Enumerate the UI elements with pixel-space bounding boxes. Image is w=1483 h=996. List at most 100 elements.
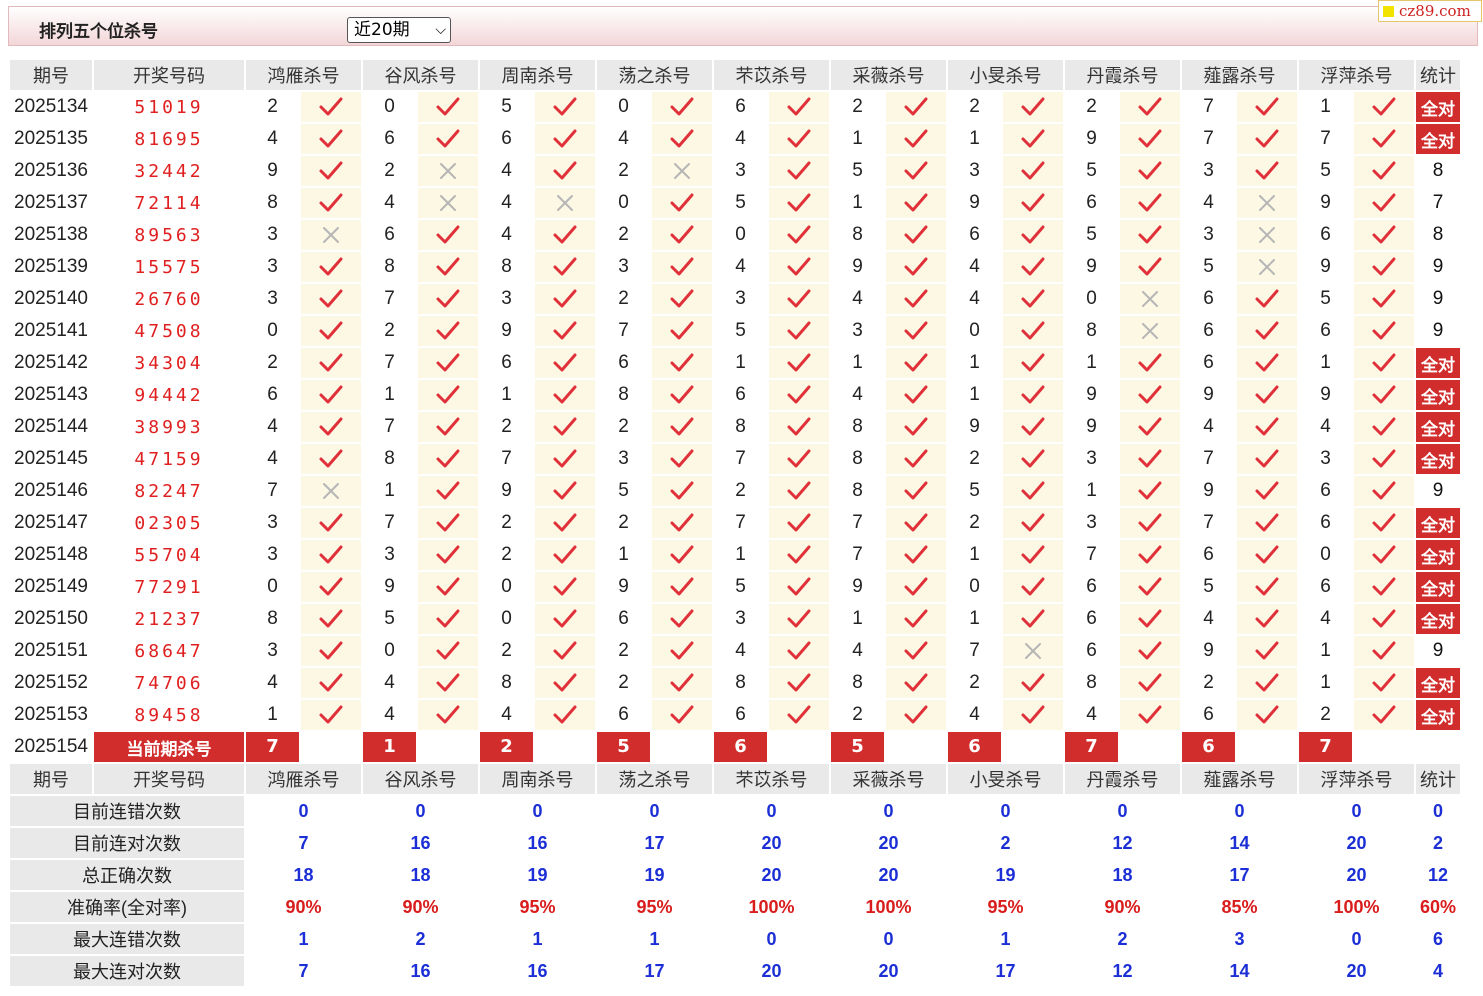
check-icon [1120,252,1180,282]
kill-number: 6 [246,380,299,410]
check-icon [652,508,712,538]
kill-number: 0 [597,92,650,122]
cross-icon [418,188,478,218]
summary-value: 17 [597,828,712,858]
kill-number: 1 [246,700,299,730]
kill-number: 4 [831,380,884,410]
kill-number: 1 [831,604,884,634]
check-icon [1003,220,1063,250]
draw-number: 74706 [94,668,244,698]
kill-number: 6 [1299,316,1352,346]
check-icon [886,572,946,602]
summary-value: 0 [363,796,478,826]
kill-number: 9 [948,188,1001,218]
row-stat: 全对 [1416,444,1460,474]
current-kill-number: 5 [597,732,650,762]
kill-number: 7 [1299,124,1352,154]
row-stat: 8 [1416,156,1460,186]
summary-value: 19 [948,860,1063,890]
kill-number: 6 [714,380,767,410]
row-stat: 7 [1416,188,1460,218]
check-icon [535,156,595,186]
draw-number: 34304 [94,348,244,378]
kill-number: 4 [1182,188,1235,218]
check-icon [1003,92,1063,122]
check-icon [535,252,595,282]
column-header-draw: 开奖号码 [94,60,244,90]
summary-label: 最大连对次数 [10,956,244,986]
check-icon [1003,668,1063,698]
check-icon [301,700,361,730]
range-select[interactable]: 近20期 ⌵ [347,17,451,43]
kill-number: 7 [246,476,299,506]
check-icon [886,540,946,570]
draw-number: 26760 [94,284,244,314]
cross-icon [1237,220,1297,250]
check-icon [886,348,946,378]
check-icon [535,316,595,346]
check-icon [886,476,946,506]
current-kill-cell: 6 [714,732,829,762]
kill-number-table: 期号 开奖号码 鸿雁杀号 谷风杀号 周南杀号 荡之杀号 芣苡杀号 采薇杀号 小旻杀号 丹霞杀号 薤露… [8,58,1462,988]
check-icon [535,380,595,410]
kill-number: 4 [480,700,533,730]
summary-value: 16 [363,956,478,986]
check-icon [769,540,829,570]
summary-value: 1 [480,924,595,954]
kill-number: 2 [948,444,1001,474]
check-icon [769,604,829,634]
current-kill-label: 当前期杀号 [94,732,244,762]
kill-number: 7 [1182,508,1235,538]
check-icon [1120,668,1180,698]
kill-number: 8 [831,444,884,474]
kill-number: 8 [831,476,884,506]
summary-value: 16 [480,956,595,986]
check-icon [1354,92,1414,122]
period-id: 2025134 [10,92,92,122]
check-icon [769,380,829,410]
kill-number: 6 [1065,572,1118,602]
kill-number: 3 [714,284,767,314]
kill-number: 3 [597,444,650,474]
check-icon [1003,476,1063,506]
kill-number: 6 [1182,284,1235,314]
kill-number: 6 [948,220,1001,250]
kill-number: 1 [714,348,767,378]
kill-number: 9 [1065,124,1118,154]
kill-number: 2 [246,92,299,122]
summary-value: 1 [246,924,361,954]
summary-value: 95% [948,892,1063,922]
kill-number: 0 [363,92,416,122]
period-id: 2025149 [10,572,92,602]
site-logo[interactable]: cz89.com [1378,0,1482,22]
check-icon [886,444,946,474]
column-header-expert: 采薇杀号 [831,764,946,794]
check-icon [1237,412,1297,442]
summary-label: 准确率(全对率) [10,892,244,922]
check-icon [1003,444,1063,474]
check-icon [1003,604,1063,634]
kill-number: 9 [480,476,533,506]
summary-value: 0 [948,796,1063,826]
kill-number: 6 [363,220,416,250]
row-stat: 全对 [1416,124,1460,154]
kill-number: 8 [714,668,767,698]
kill-number: 0 [597,188,650,218]
check-icon [1120,156,1180,186]
summary-stat: 12 [1416,860,1460,890]
kill-number: 4 [363,188,416,218]
row-stat: 9 [1416,252,1460,282]
summary-value: 2 [1065,924,1180,954]
kill-number: 1 [480,380,533,410]
check-icon [1003,124,1063,154]
kill-number: 1 [1065,476,1118,506]
draw-number: 47508 [94,316,244,346]
row-stat: 全对 [1416,348,1460,378]
kill-number: 4 [1299,412,1352,442]
kill-number: 5 [1182,572,1235,602]
kill-number: 9 [1065,252,1118,282]
draw-number: 89563 [94,220,244,250]
summary-value: 85% [1182,892,1297,922]
check-icon [769,188,829,218]
table-row: 2025143 94442 6 1 1 8 6 4 1 9 9 9 全对 [10,380,1460,410]
